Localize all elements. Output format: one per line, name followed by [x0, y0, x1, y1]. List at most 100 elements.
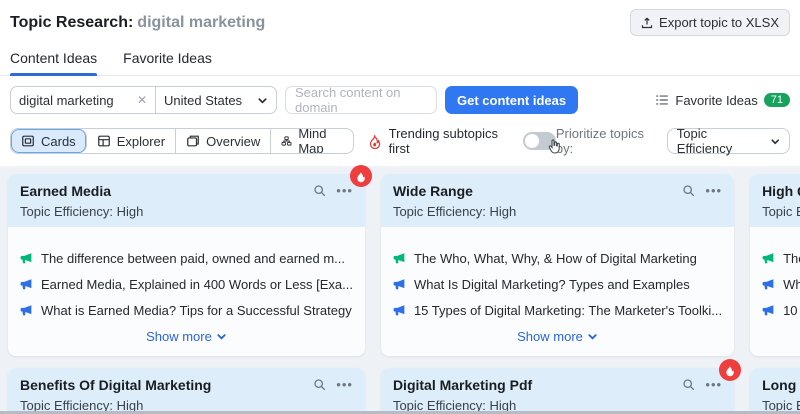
top-header: Topic Research: digital marketing Export …: [0, 0, 800, 40]
show-more-link[interactable]: Show more: [393, 329, 722, 344]
topic-card: Benefits Of Digital Marketing ••• Topic …: [8, 368, 365, 414]
card-header: Earned Media ••• Topic Efficiency: High: [8, 174, 365, 227]
trending-toggle[interactable]: [523, 132, 560, 154]
mouse-cursor-hand: [546, 138, 562, 155]
explorer-icon: [97, 135, 110, 147]
idea-item[interactable]: What Is Digital Marketing? Types and Exa…: [762, 277, 800, 292]
idea-item[interactable]: 10 reasons you need a digital marketing …: [762, 303, 800, 318]
show-more-link[interactable]: Show more: [762, 329, 800, 344]
cards-grid: Earned Media ••• Topic Efficiency: High …: [8, 165, 800, 414]
cards-icon: [22, 135, 34, 147]
idea-text: The Who, What, Why, & How of Digital Mar…: [413, 251, 697, 266]
idea-item[interactable]: 15 Types of Digital Marketing: The Marke…: [393, 303, 722, 318]
card-title: Long Term: [762, 377, 800, 393]
domain-search-input[interactable]: Search content on domain: [285, 85, 437, 115]
card-efficiency: Topic Efficiency: High: [762, 204, 800, 219]
card-header: Benefits Of Digital Marketing ••• Topic …: [8, 368, 365, 414]
view-mode-overview-label: Overview: [206, 133, 261, 149]
card-body: The Who, What, Why, & How of Digital Mar…: [381, 227, 734, 344]
card-more-icon[interactable]: •••: [336, 377, 353, 392]
card-search-icon[interactable]: [313, 378, 326, 391]
efficiency-label: Topic Efficiency:: [762, 204, 800, 219]
tab-favorite-ideas[interactable]: Favorite Ideas: [123, 50, 212, 75]
card-more-icon[interactable]: •••: [705, 377, 722, 392]
efficiency-value: High: [116, 204, 144, 219]
card-title: High Quality: [762, 183, 800, 199]
view-mode-cards[interactable]: Cards: [11, 129, 87, 153]
card-more-icon[interactable]: •••: [705, 183, 722, 198]
favorite-ideas-label: Favorite Ideas: [675, 92, 758, 108]
idea-item[interactable]: What is Earned Media? Tips for a Success…: [20, 303, 353, 318]
favorite-ideas-link[interactable]: Favorite Ideas 71: [655, 93, 790, 108]
idea-text: The Who, What, Why, & How of Digital Mar…: [783, 251, 800, 266]
fire-icon: [370, 134, 381, 149]
megaphone-icon: [20, 278, 33, 291]
topic-card: Digital Marketing Pdf ••• Topic Efficien…: [380, 359, 742, 414]
export-xlsx-button[interactable]: Export topic to XLSX: [630, 9, 790, 36]
overview-icon: [187, 135, 199, 147]
country-select[interactable]: United States: [156, 87, 276, 113]
card-body: The Who, What, Why, & How of Digital Mar…: [750, 227, 800, 344]
megaphone-icon: [762, 304, 775, 317]
tab-content-ideas[interactable]: Content Ideas: [10, 50, 98, 76]
view-mode-cards-label: Cards: [41, 133, 76, 149]
topic-card: Long Term ••• Topic Efficiency: High: [750, 368, 800, 414]
card-search-icon[interactable]: [682, 184, 695, 197]
efficiency-label: Topic Efficiency:: [392, 204, 486, 219]
card-efficiency: Topic Efficiency: High: [20, 204, 353, 219]
card-header: High Quality ••• Topic Efficiency: High: [750, 174, 800, 227]
card-title: Wide Range: [392, 183, 473, 199]
search-row: ✕ United States Search content on domain…: [0, 76, 800, 122]
card-body: The difference between paid, owned and e…: [8, 227, 365, 344]
prioritize-select[interactable]: Topic Efficiency: [666, 126, 790, 156]
idea-item[interactable]: The Who, What, Why, & How of Digital Mar…: [393, 251, 722, 266]
card-more-icon[interactable]: •••: [336, 183, 353, 198]
prioritize-label: Prioritize topics by:: [555, 126, 645, 156]
view-mode-overview[interactable]: Overview: [176, 129, 272, 153]
megaphone-icon: [762, 252, 775, 265]
show-more-label: Show more: [517, 329, 583, 344]
topic-card: Wide Range ••• Topic Efficiency: High Th…: [380, 174, 735, 356]
country-value: United States: [164, 92, 243, 108]
chevron-down-icon: [258, 97, 267, 104]
view-mode-explorer[interactable]: Explorer: [87, 129, 177, 153]
get-content-ideas-button[interactable]: Get content ideas: [445, 86, 579, 114]
export-label: Export topic to XLSX: [659, 15, 779, 30]
idea-text: 15 Types of Digital Marketing: The Marke…: [413, 303, 723, 318]
card-title: Benefits Of Digital Marketing: [20, 377, 212, 393]
card-header: Long Term ••• Topic Efficiency: High: [750, 368, 800, 414]
trending-fire-badge: [349, 165, 372, 187]
idea-item[interactable]: What Is Digital Marketing? Types and Exa…: [393, 277, 722, 292]
trending-fire-badge: [719, 359, 742, 381]
view-mode-switcher: Cards Explorer Overview Mind Map: [10, 128, 355, 154]
tab-bar: Content Ideas Favorite Ideas: [0, 40, 800, 76]
idea-item[interactable]: Earned Media, Explained in 400 Words or …: [20, 277, 353, 292]
clear-keyword-icon[interactable]: ✕: [133, 93, 147, 107]
idea-item[interactable]: The Who, What, Why, & How of Digital Mar…: [762, 251, 800, 266]
topic-card: High Quality ••• Topic Efficiency: High …: [750, 174, 800, 356]
trending-toggle-group: Trending subtopics first: [368, 126, 560, 156]
export-icon: [641, 17, 653, 29]
card-title: Earned Media: [20, 183, 112, 199]
show-more-link[interactable]: Show more: [20, 329, 353, 344]
idea-text: What is Earned Media? Tips for a Success…: [41, 303, 352, 318]
keyword-input[interactable]: [19, 92, 133, 108]
favorites-count-badge: 71: [763, 93, 790, 107]
megaphone-icon: [762, 278, 775, 291]
efficiency-value: High: [489, 204, 517, 219]
megaphone-icon: [393, 304, 406, 317]
megaphone-icon: [20, 304, 33, 317]
card-search-icon[interactable]: [682, 378, 695, 391]
megaphone-icon: [393, 252, 406, 265]
megaphone-icon: [393, 278, 406, 291]
card-title: Digital Marketing Pdf: [392, 377, 533, 393]
card-search-icon[interactable]: [313, 184, 326, 197]
prioritize-group: Prioritize topics by: Topic Efficiency: [556, 126, 790, 156]
idea-text: The difference between paid, owned and e…: [41, 251, 346, 266]
show-more-label: Show more: [146, 329, 212, 344]
toggle-knob: [525, 134, 540, 148]
idea-item[interactable]: The difference between paid, owned and e…: [20, 251, 353, 266]
chevron-down-icon: [770, 138, 779, 144]
efficiency-label: Topic Efficiency:: [20, 204, 113, 219]
view-mode-mindmap[interactable]: Mind Map: [271, 129, 353, 153]
